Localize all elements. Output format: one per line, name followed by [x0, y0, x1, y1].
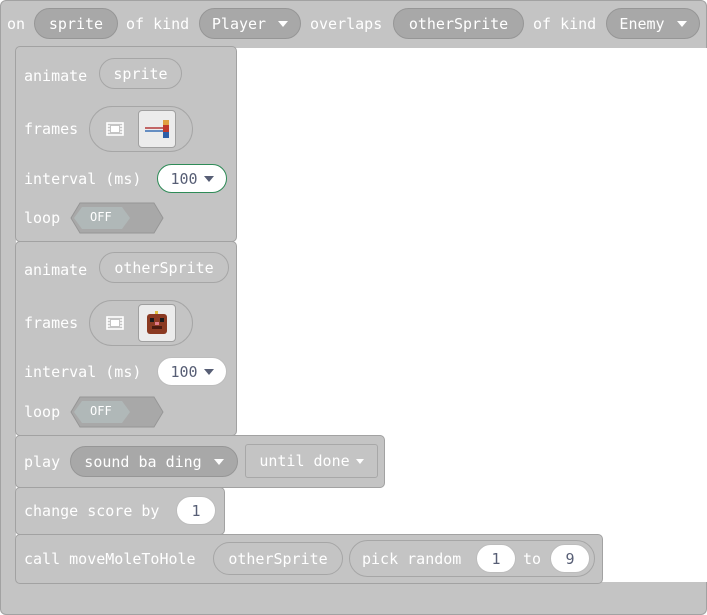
mole-sprite-icon — [147, 311, 167, 334]
pick-random-to-label: to — [523, 550, 542, 568]
frames-label: frames — [24, 314, 79, 332]
interval-dropdown-2[interactable]: 100 — [157, 357, 227, 386]
score-amount-value: 1 — [191, 501, 201, 520]
pick-random-to-input[interactable]: 9 — [550, 544, 590, 573]
filmstrip-icon — [106, 122, 124, 136]
animate-target-variable[interactable]: otherSprite — [99, 252, 229, 283]
hat-other-sprite-variable[interactable]: otherSprite — [393, 8, 524, 39]
sound-dropdown[interactable]: sound ba ding — [70, 446, 238, 477]
interval-value: 100 — [170, 169, 198, 188]
animate-target-variable-label: otherSprite — [114, 258, 214, 277]
hat-of-kind-label-2: of kind — [533, 15, 597, 33]
player-sprite-thumbnail[interactable] — [138, 110, 176, 148]
hat-of-kind-label-1: of kind — [126, 15, 190, 33]
hat-overlaps-label: overlaps — [310, 15, 383, 33]
hat-other-sprite-variable-label: otherSprite — [408, 14, 509, 33]
play-label: play — [24, 453, 61, 471]
play-mode-dropdown-label: until done — [259, 452, 350, 470]
call-arg-variable-label: otherSprite — [228, 549, 328, 568]
hat-kind-dropdown-1-label: Player — [211, 14, 267, 33]
animate-label: animate — [24, 67, 88, 85]
change-score-label: change score by — [24, 502, 160, 520]
frames-input[interactable] — [89, 106, 193, 152]
score-amount-input[interactable]: 1 — [176, 496, 216, 525]
animate-target-variable[interactable]: sprite — [99, 58, 182, 89]
loop-toggle-1[interactable] — [70, 202, 164, 234]
animate-target-variable-label: sprite — [113, 64, 168, 83]
hat-on-label: on — [7, 15, 26, 33]
sound-dropdown-label: sound ba ding — [84, 452, 202, 471]
hat-kind-dropdown-2-label: Enemy — [619, 14, 665, 33]
overlap-event-block-footer — [0, 582, 707, 615]
hat-kind-dropdown-2[interactable]: Enemy — [606, 8, 700, 39]
chevron-down-icon — [355, 458, 364, 464]
call-arg-variable[interactable]: otherSprite — [213, 542, 343, 575]
overlap-event-block-left-arm — [0, 46, 16, 586]
hat-sprite-variable-label: sprite — [48, 14, 104, 33]
pick-random-from-value: 1 — [491, 549, 501, 568]
chevron-down-icon — [278, 20, 289, 27]
interval-label: interval (ms) — [24, 363, 142, 381]
frames-label: frames — [24, 120, 79, 138]
loop-label: loop — [24, 209, 61, 227]
pick-random-to-value: 9 — [565, 549, 575, 568]
call-function-label: call moveMoleToHole — [24, 550, 196, 568]
mole-sprite-thumbnail[interactable] — [138, 304, 176, 342]
player-sprite-icon — [145, 120, 169, 138]
loop-toggle-2[interactable] — [70, 396, 164, 428]
loop-toggle-state: OFF — [90, 210, 112, 224]
interval-value: 100 — [170, 362, 198, 381]
play-mode-dropdown[interactable]: until done — [245, 444, 378, 478]
animate-label: animate — [24, 261, 88, 279]
filmstrip-icon — [106, 316, 124, 330]
pick-random-from-input[interactable]: 1 — [476, 544, 516, 573]
frames-input[interactable] — [89, 300, 193, 346]
loop-label: loop — [24, 403, 61, 421]
hat-kind-dropdown-1[interactable]: Player — [199, 8, 301, 39]
chevron-down-icon — [203, 175, 214, 182]
chevron-down-icon — [203, 368, 214, 375]
chevron-down-icon — [213, 458, 224, 465]
loop-toggle-state: OFF — [90, 404, 112, 418]
interval-label: interval (ms) — [24, 170, 142, 188]
hat-sprite-variable[interactable]: sprite — [34, 8, 118, 39]
pick-random-label: pick random — [362, 549, 462, 568]
chevron-down-icon — [676, 20, 687, 27]
interval-dropdown-1[interactable]: 100 — [157, 164, 227, 193]
